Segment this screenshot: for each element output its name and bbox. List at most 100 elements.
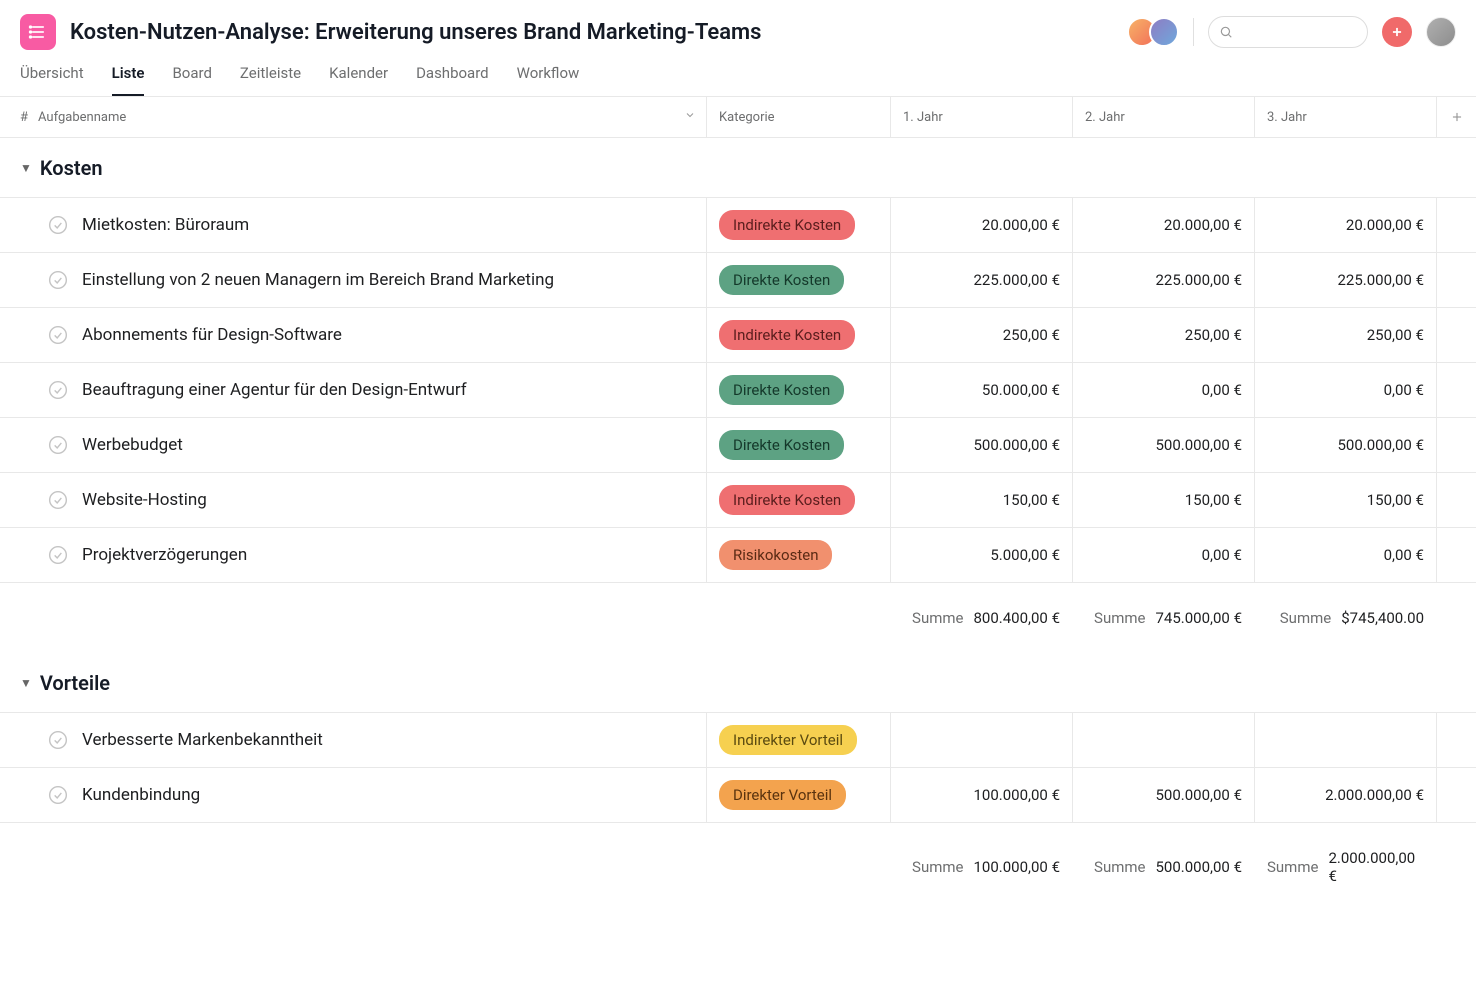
row-drag[interactable]: [0, 363, 20, 417]
column-header-year1[interactable]: 1. Jahr: [890, 97, 1072, 137]
column-header-category[interactable]: Kategorie: [706, 97, 890, 137]
category-cell[interactable]: Direkte Kosten: [706, 418, 890, 472]
check-circle-icon[interactable]: [48, 545, 68, 565]
year2-cell[interactable]: 500.000,00 €: [1072, 768, 1254, 822]
row-drag[interactable]: [0, 713, 20, 767]
add-column-button[interactable]: [1436, 97, 1476, 137]
year3-cell[interactable]: 500.000,00 €: [1254, 418, 1436, 472]
year3-cell[interactable]: 225.000,00 €: [1254, 253, 1436, 307]
category-cell[interactable]: Risikokosten: [706, 528, 890, 582]
year3-cell[interactable]: 150,00 €: [1254, 473, 1436, 527]
avatar[interactable]: [1149, 17, 1179, 47]
task-name: Mietkosten: Büroraum: [82, 215, 249, 235]
table-row[interactable]: Mietkosten: BüroraumIndirekte Kosten20.0…: [0, 197, 1476, 253]
year1-cell[interactable]: 50.000,00 €: [890, 363, 1072, 417]
category-cell[interactable]: Direkter Vorteil: [706, 768, 890, 822]
category-cell[interactable]: Indirekte Kosten: [706, 308, 890, 362]
year2-cell[interactable]: 250,00 €: [1072, 308, 1254, 362]
task-name-cell[interactable]: Werbebudget: [20, 418, 706, 472]
sum-year3: 2.000.000,00 €: [1328, 849, 1424, 885]
category-cell[interactable]: Indirekte Kosten: [706, 198, 890, 252]
year2-cell[interactable]: 20.000,00 €: [1072, 198, 1254, 252]
sum-row: Summe100.000,00 €Summe500.000,00 €Summe2…: [0, 823, 1476, 911]
table-row[interactable]: WerbebudgetDirekte Kosten500.000,00 €500…: [0, 417, 1476, 473]
year2-cell[interactable]: 0,00 €: [1072, 363, 1254, 417]
task-name-cell[interactable]: Einstellung von 2 neuen Managern im Bere…: [20, 253, 706, 307]
year3-cell[interactable]: 0,00 €: [1254, 363, 1436, 417]
year1-cell[interactable]: 150,00 €: [890, 473, 1072, 527]
task-name-cell[interactable]: Beauftragung einer Agentur für den Desig…: [20, 363, 706, 417]
check-circle-icon[interactable]: [48, 490, 68, 510]
year1-cell[interactable]: 20.000,00 €: [890, 198, 1072, 252]
year1-cell[interactable]: 225.000,00 €: [890, 253, 1072, 307]
task-name-cell[interactable]: Website-Hosting: [20, 473, 706, 527]
category-cell[interactable]: Indirekter Vorteil: [706, 713, 890, 767]
table-row[interactable]: Verbesserte MarkenbekanntheitIndirekter …: [0, 712, 1476, 768]
year3-cell[interactable]: [1254, 713, 1436, 767]
row-drag[interactable]: [0, 198, 20, 252]
row-drag[interactable]: [0, 418, 20, 472]
category-cell[interactable]: Direkte Kosten: [706, 253, 890, 307]
year2-cell[interactable]: 500.000,00 €: [1072, 418, 1254, 472]
year3-cell[interactable]: 20.000,00 €: [1254, 198, 1436, 252]
tab-workflow[interactable]: Workflow: [517, 64, 580, 96]
category-cell[interactable]: Indirekte Kosten: [706, 473, 890, 527]
tab-dashboard[interactable]: Dashboard: [416, 64, 489, 96]
year1-cell[interactable]: [890, 713, 1072, 767]
year2-cell[interactable]: 225.000,00 €: [1072, 253, 1254, 307]
year3-cell[interactable]: 250,00 €: [1254, 308, 1436, 362]
tab-zeitleiste[interactable]: Zeitleiste: [240, 64, 301, 96]
table-row[interactable]: KundenbindungDirekter Vorteil100.000,00 …: [0, 767, 1476, 823]
check-circle-icon[interactable]: [48, 215, 68, 235]
table-row[interactable]: Website-HostingIndirekte Kosten150,00 €1…: [0, 472, 1476, 528]
check-circle-icon[interactable]: [48, 435, 68, 455]
row-drag[interactable]: [0, 308, 20, 362]
year1-cell[interactable]: 5.000,00 €: [890, 528, 1072, 582]
row-drag[interactable]: [0, 528, 20, 582]
check-circle-icon[interactable]: [48, 325, 68, 345]
row-drag[interactable]: [0, 473, 20, 527]
tab-board[interactable]: Board: [172, 64, 211, 96]
category-cell[interactable]: Direkte Kosten: [706, 363, 890, 417]
project-icon[interactable]: [20, 14, 56, 50]
table-row[interactable]: Beauftragung einer Agentur für den Desig…: [0, 362, 1476, 418]
section-header[interactable]: ▼Kosten: [0, 138, 1476, 198]
add-button[interactable]: [1382, 17, 1412, 47]
check-circle-icon[interactable]: [48, 270, 68, 290]
task-name-cell[interactable]: Mietkosten: Büroraum: [20, 198, 706, 252]
year2-cell[interactable]: 150,00 €: [1072, 473, 1254, 527]
check-circle-icon[interactable]: [48, 380, 68, 400]
column-header-year3[interactable]: 3. Jahr: [1254, 97, 1436, 137]
year1-cell[interactable]: 500.000,00 €: [890, 418, 1072, 472]
year3-cell[interactable]: 2.000.000,00 €: [1254, 768, 1436, 822]
tab-übersicht[interactable]: Übersicht: [20, 64, 84, 96]
sum-year2: 500.000,00 €: [1156, 858, 1243, 876]
table-row[interactable]: Abonnements für Design-Software Indirekte…: [0, 307, 1476, 363]
tab-kalender[interactable]: Kalender: [329, 64, 388, 96]
user-avatar[interactable]: [1426, 17, 1456, 47]
table-row[interactable]: ProjektverzögerungenRisikokosten5.000,00…: [0, 527, 1476, 583]
row-drag[interactable]: [0, 253, 20, 307]
year1-cell[interactable]: 250,00 €: [890, 308, 1072, 362]
task-name-cell[interactable]: Abonnements für Design-Software: [20, 308, 706, 362]
task-name-cell[interactable]: Projektverzögerungen: [20, 528, 706, 582]
year2-cell[interactable]: [1072, 713, 1254, 767]
table-row[interactable]: Einstellung von 2 neuen Managern im Bere…: [0, 252, 1476, 308]
column-header-year2[interactable]: 2. Jahr: [1072, 97, 1254, 137]
chevron-down-icon[interactable]: [684, 109, 696, 125]
year3-cell[interactable]: 0,00 €: [1254, 528, 1436, 582]
member-avatars[interactable]: [1127, 17, 1179, 47]
row-drag[interactable]: [0, 768, 20, 822]
category-pill: Indirekte Kosten: [719, 320, 855, 350]
task-name-cell[interactable]: Verbesserte Markenbekanntheit: [20, 713, 706, 767]
year2-cell[interactable]: 0,00 €: [1072, 528, 1254, 582]
column-header-name[interactable]: Aufgabenname: [20, 97, 706, 137]
section-header[interactable]: ▼Vorteile: [0, 653, 1476, 713]
year1-cell[interactable]: 100.000,00 €: [890, 768, 1072, 822]
task-name-cell[interactable]: Kundenbindung: [20, 768, 706, 822]
sum-year1: 800.400,00 €: [974, 609, 1061, 627]
search-input[interactable]: [1208, 16, 1368, 48]
tab-liste[interactable]: Liste: [112, 64, 145, 96]
check-circle-icon[interactable]: [48, 730, 68, 750]
check-circle-icon[interactable]: [48, 785, 68, 805]
